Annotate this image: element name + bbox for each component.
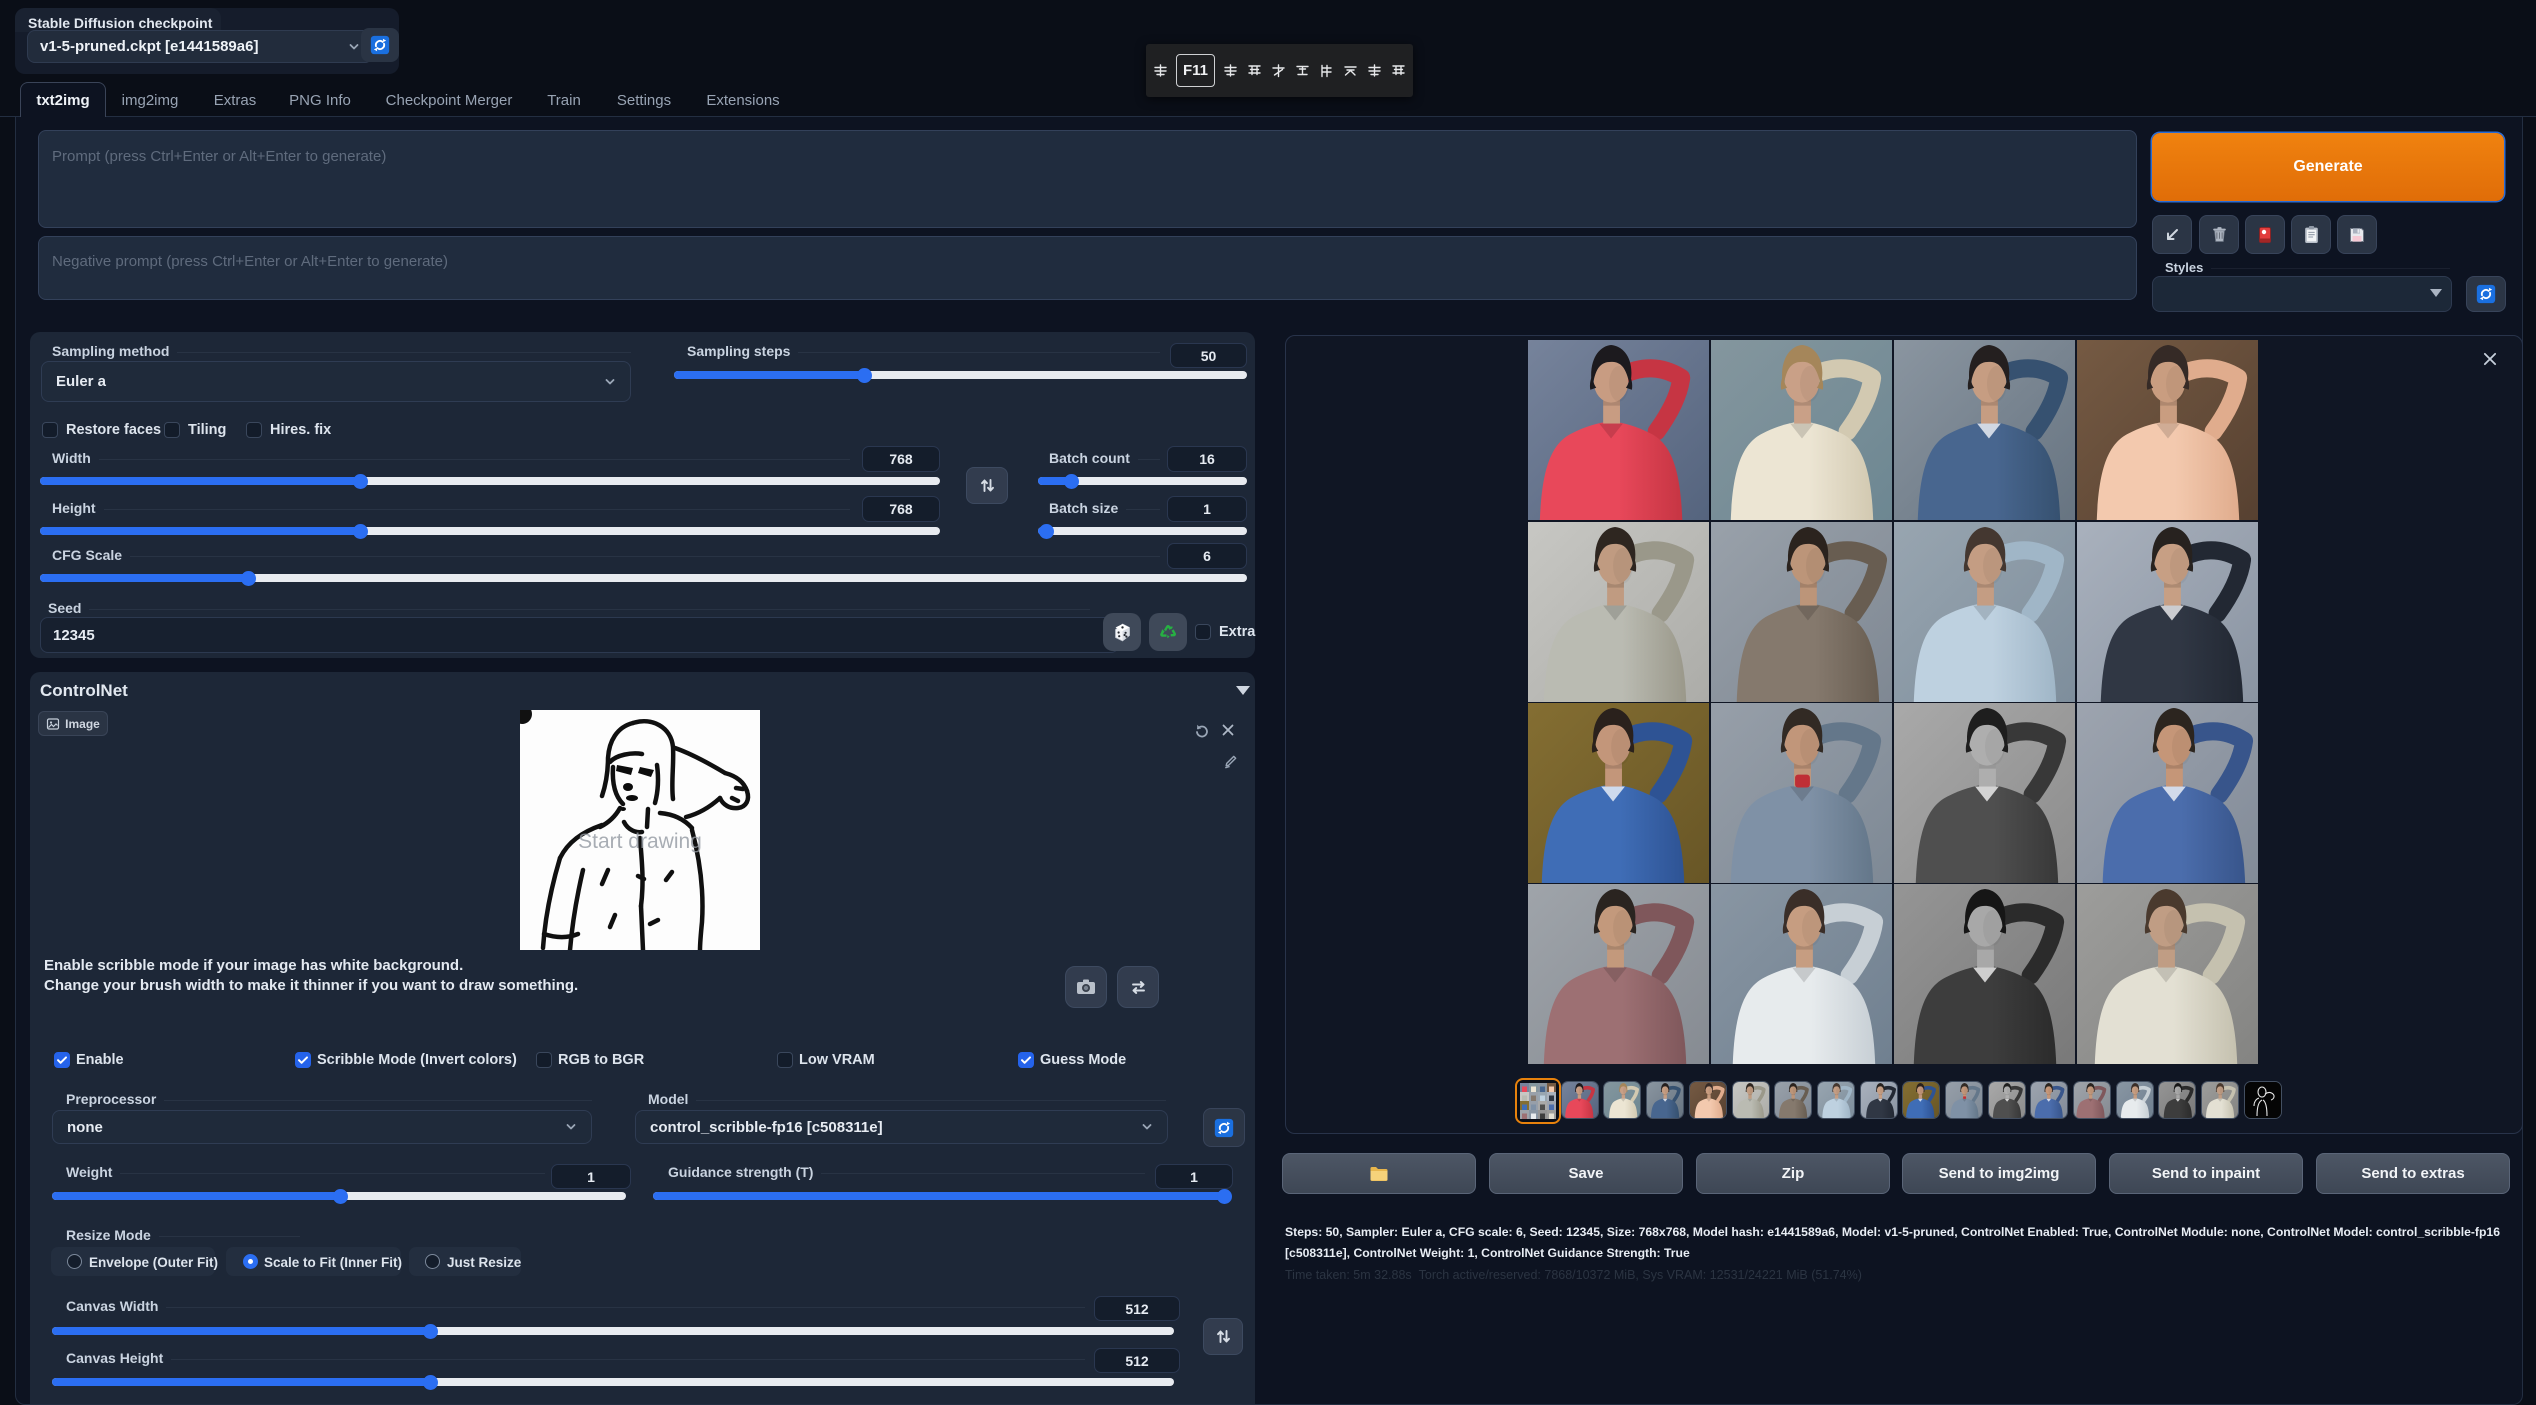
- svg-text:Start drawing: Start drawing: [578, 830, 702, 853]
